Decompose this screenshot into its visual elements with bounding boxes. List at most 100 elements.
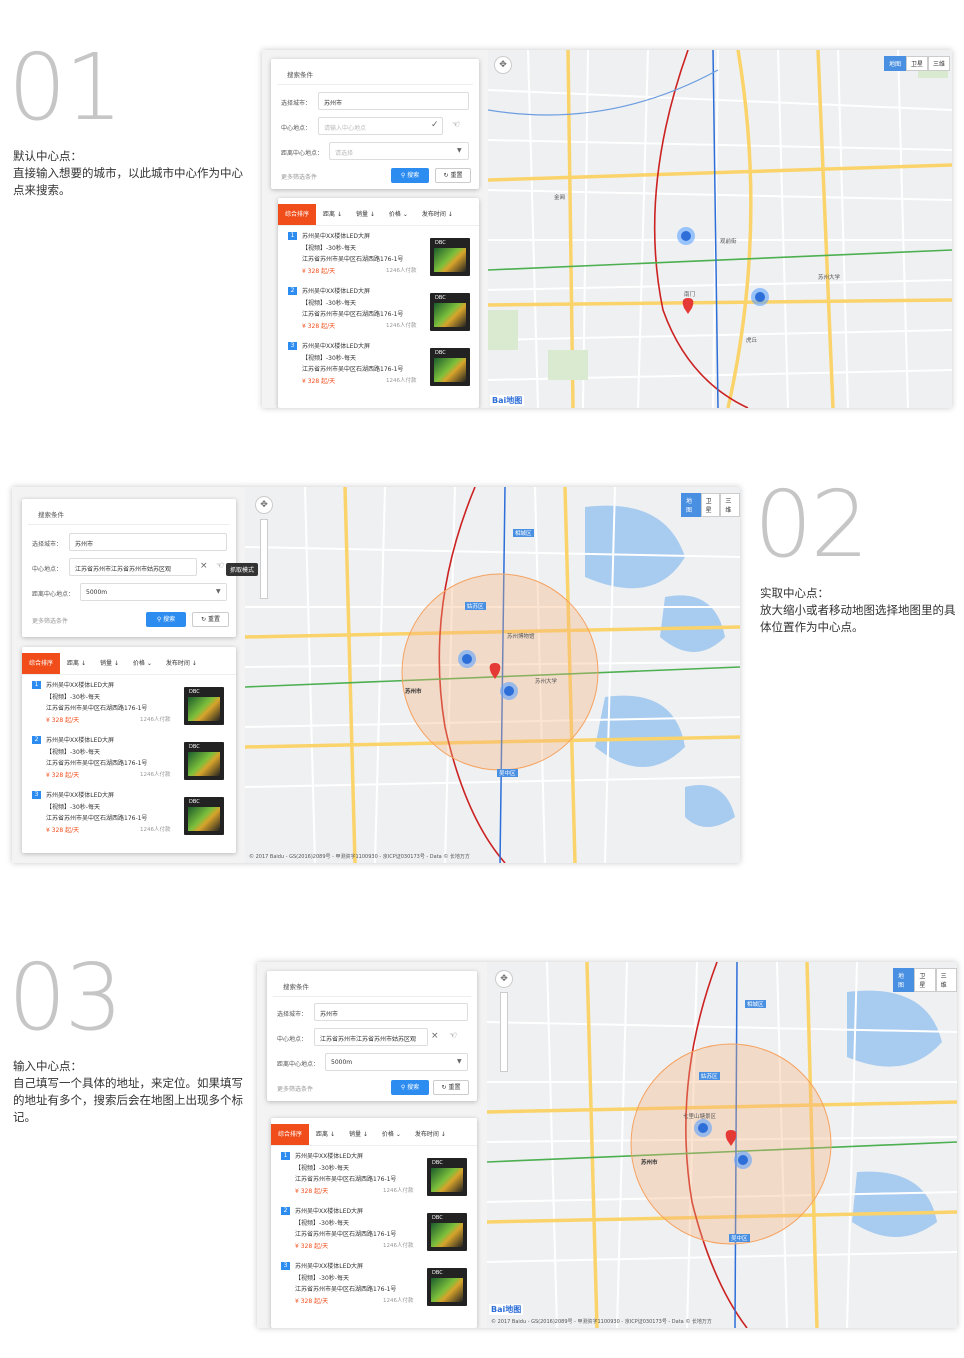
tab-sort-distance[interactable]: 距离 ↓ <box>316 204 349 225</box>
map-type-3d[interactable]: 三维 <box>935 968 957 992</box>
tab-sort-date[interactable]: 发布时间 ↓ <box>159 653 204 674</box>
reset-button[interactable]: ↻ 重置 <box>435 168 471 183</box>
item-title[interactable]: 苏州吴中XX楼体LED大屏 <box>295 1206 363 1215</box>
tab-sort-price[interactable]: 价格 ⌄ <box>382 204 415 225</box>
map-view[interactable]: 姑苏区 相城区 吴中区 苏州市 苏州大学 苏州博物馆 地图 卫星 三维 ✥ © … <box>245 487 740 863</box>
item-thumbnail[interactable]: DBC <box>430 348 470 386</box>
item-title[interactable]: 苏州吴中XX楼体LED大屏 <box>46 790 114 799</box>
tab-sort-overall[interactable]: 综合排序 <box>22 653 61 674</box>
map-view[interactable]: 南门 虎丘 金阊 苏州大学 观前街 地图 卫星 三维 ✥ Bai地图 <box>488 50 952 408</box>
close-icon[interactable]: × <box>200 561 208 571</box>
map-type-map[interactable]: 地图 <box>681 493 701 517</box>
map-type-satellite[interactable]: 卫星 <box>906 56 929 71</box>
tab-sort-sales[interactable]: 销量 ↓ <box>93 653 126 674</box>
map-label: 南门 <box>684 292 696 298</box>
item-thumbnail[interactable]: DBC <box>184 742 224 780</box>
capture-mode-icon[interactable]: ☜ <box>449 1031 457 1041</box>
tab-sort-date[interactable]: 发布时间 ↓ <box>415 204 460 225</box>
item-title[interactable]: 苏州吴中XX楼体LED大屏 <box>46 735 114 744</box>
item-thumbnail[interactable]: DBC <box>427 1213 467 1251</box>
tab-sort-distance[interactable]: 距离 ↓ <box>309 1124 342 1145</box>
section-heading: 默认中心点： <box>13 149 82 163</box>
more-filters-link[interactable]: 更多筛选条件 <box>281 172 317 181</box>
item-thumbnail[interactable]: DBC <box>184 687 224 725</box>
center-input[interactable]: 江苏省苏州市江苏省苏州市姑苏区观 <box>314 1028 428 1046</box>
item-title[interactable]: 苏州吴中XX楼体LED大屏 <box>295 1151 363 1160</box>
zoom-slider[interactable] <box>500 992 508 1072</box>
tab-sort-overall[interactable]: 综合排序 <box>271 1124 310 1145</box>
center-input[interactable]: 江苏省苏州市江苏省苏州市姑苏区观 <box>69 558 197 576</box>
close-icon[interactable]: × <box>431 1031 439 1041</box>
distance-select[interactable]: 5000m <box>325 1053 468 1071</box>
center-input[interactable]: 请输入中心地点 <box>318 117 443 135</box>
map-view[interactable]: 姑苏区 相城区 吴中区 苏州市 七里山塘景区 地图 卫星 三维 ✥ Bai地图 … <box>487 962 957 1328</box>
zoom-slider[interactable] <box>260 519 268 599</box>
list-item[interactable]: 1 苏州吴中XX楼体LED大屏 【视频】-30秒-每天 江苏省苏州市吴中区石湖西… <box>278 226 479 281</box>
reset-button[interactable]: ↻ 重置 <box>433 1080 469 1095</box>
map-type-3d[interactable]: 三维 <box>928 56 951 71</box>
tab-sort-sales[interactable]: 销量 ↓ <box>349 204 382 225</box>
tab-sort-price[interactable]: 价格 ⌄ <box>126 653 159 674</box>
city-input[interactable]: 苏州市 <box>69 533 227 551</box>
capture-mode-icon[interactable]: ☜ <box>216 561 224 571</box>
item-spec: 【视频】-30秒-每天 <box>295 1275 349 1282</box>
item-title[interactable]: 苏州吴中XX楼体LED大屏 <box>295 1261 363 1270</box>
list-item[interactable]: 3 苏州吴中XX楼体LED大屏 【视频】-30秒-每天 江苏省苏州市吴中区石湖西… <box>22 785 236 840</box>
pan-control-icon[interactable]: ✥ <box>495 970 513 988</box>
search-button[interactable]: ⚲ 搜索 <box>391 168 429 183</box>
item-thumbnail[interactable]: DBC <box>430 293 470 331</box>
item-title[interactable]: 苏州吴中XX楼体LED大屏 <box>302 231 370 240</box>
city-input[interactable]: 苏州市 <box>318 92 469 110</box>
item-spec: 【视频】-30秒-每天 <box>302 245 356 252</box>
map-type-satellite[interactable]: 卫星 <box>914 968 936 992</box>
map-type-map[interactable]: 地图 <box>893 968 915 992</box>
list-item[interactable]: 2 苏州吴中XX楼体LED大屏 【视频】-30秒-每天 江苏省苏州市吴中区石湖西… <box>271 1201 477 1256</box>
tab-sort-date[interactable]: 发布时间 ↓ <box>408 1124 453 1145</box>
map-type-map[interactable]: 地图 <box>884 56 907 71</box>
map-type-switch[interactable]: 地图 卫星 三维 <box>681 493 740 517</box>
distance-select[interactable]: 请选择 <box>329 142 469 160</box>
item-title[interactable]: 苏州吴中XX楼体LED大屏 <box>46 680 114 689</box>
reset-button[interactable]: ↻ 重置 <box>192 612 229 627</box>
map-label: 苏州市 <box>405 689 422 695</box>
map-type-satellite[interactable]: 卫星 <box>700 493 721 517</box>
city-input[interactable]: 苏州市 <box>314 1003 468 1021</box>
list-item[interactable]: 1 苏州吴中XX楼体LED大屏 【视频】-30秒-每天 江苏省苏州市吴中区石湖西… <box>22 675 236 730</box>
list-item[interactable]: 2 苏州吴中XX楼体LED大屏 【视频】-30秒-每天 江苏省苏州市吴中区石湖西… <box>22 730 236 785</box>
map-label: 姑苏区 <box>465 602 486 610</box>
item-address: 江苏省苏州市吴中区石湖西路176-1号 <box>295 1286 397 1293</box>
item-title[interactable]: 苏州吴中XX楼体LED大屏 <box>302 286 370 295</box>
item-thumbnail[interactable]: DBC <box>427 1268 467 1306</box>
tab-sort-overall[interactable]: 综合排序 <box>278 204 317 225</box>
more-filters-link[interactable]: 更多筛选条件 <box>277 1084 313 1093</box>
map-type-3d[interactable]: 三维 <box>720 493 740 517</box>
reset-button-label: 重置 <box>207 616 220 623</box>
map-type-switch[interactable]: 地图 卫星 三维 <box>893 968 957 992</box>
list-item[interactable]: 2 苏州吴中XX楼体LED大屏 【视频】-30秒-每天 江苏省苏州市吴中区石湖西… <box>278 281 479 336</box>
tab-sort-price[interactable]: 价格 ⌄ <box>375 1124 408 1145</box>
list-item[interactable]: 3 苏州吴中XX楼体LED大屏 【视频】-30秒-每天 江苏省苏州市吴中区石湖西… <box>278 336 479 391</box>
item-address: 江苏省苏州市吴中区石湖西路176-1号 <box>302 256 404 263</box>
tab-sort-distance[interactable]: 距离 ↓ <box>60 653 93 674</box>
distance-select[interactable]: 5000m <box>80 583 227 601</box>
tab-sort-sales[interactable]: 销量 ↓ <box>342 1124 375 1145</box>
list-item[interactable]: 3 苏州吴中XX楼体LED大屏 【视频】-30秒-每天 江苏省苏州市吴中区石湖西… <box>271 1256 477 1311</box>
more-filters-link[interactable]: 更多筛选条件 <box>32 616 68 625</box>
pan-control-icon[interactable]: ✥ <box>255 496 273 514</box>
map-type-switch[interactable]: 地图 卫星 三维 <box>884 56 951 71</box>
section-description-02: 实取中心点： 放大缩小或者移动地图选择地图里的具体位置作为中心点。 <box>760 585 956 636</box>
item-thumbnail[interactable]: DBC <box>430 238 470 276</box>
search-button[interactable]: ⚲ 搜索 <box>146 612 186 627</box>
pan-control-icon[interactable]: ✥ <box>494 56 512 74</box>
item-title[interactable]: 苏州吴中XX楼体LED大屏 <box>302 341 370 350</box>
item-sales: 1246人付款 <box>386 378 417 384</box>
capture-mode-icon[interactable]: ☜ <box>452 120 460 130</box>
sort-tabs: 综合排序 距离 ↓ 销量 ↓ 价格 ⌄ 发布时间 ↓ <box>278 204 479 226</box>
map-label: 相城区 <box>513 529 534 537</box>
item-thumbnail[interactable]: DBC <box>427 1158 467 1196</box>
search-button[interactable]: ⚲ 搜索 <box>391 1080 429 1095</box>
list-item[interactable]: 1 苏州吴中XX楼体LED大屏 【视频】-30秒-每天 江苏省苏州市吴中区石湖西… <box>271 1146 477 1201</box>
search-panel: 搜索条件 选择城市： 苏州市 中心地点： 江苏省苏州市江苏省苏州市姑苏区观 × … <box>267 971 477 1101</box>
item-thumbnail[interactable]: DBC <box>184 797 224 835</box>
check-icon[interactable]: ✓ <box>431 120 439 130</box>
